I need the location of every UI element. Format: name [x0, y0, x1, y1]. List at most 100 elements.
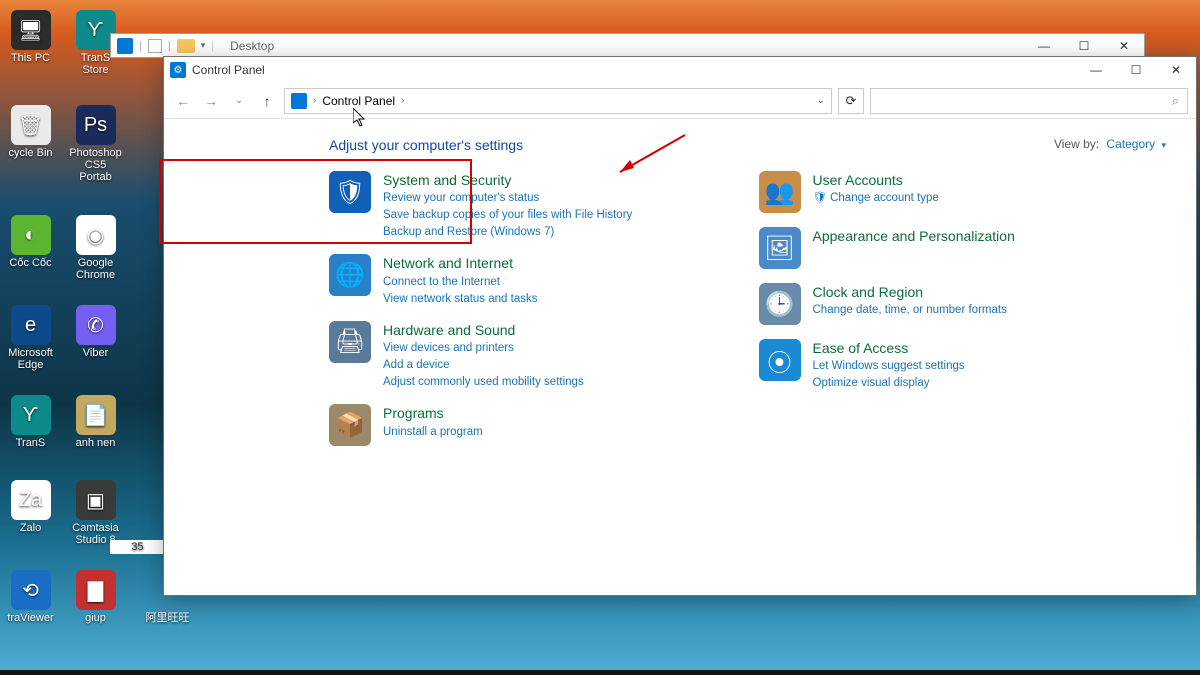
desktop-icon[interactable]: Ƴ TranS — [3, 395, 58, 449]
recent-dropdown[interactable]: ⌄ — [228, 90, 250, 112]
category-icon: ⦿ — [759, 339, 801, 381]
desktop-icon[interactable]: 🗑 cycle Bin — [3, 105, 58, 159]
desktop-icon[interactable]: ◉Google Chrome — [68, 215, 123, 281]
icon-label: anh nen — [68, 437, 123, 449]
icon-label: giup — [68, 612, 123, 624]
caret-down-icon[interactable]: ▾ — [1161, 140, 1166, 150]
icon-label: Microsoft Edge — [3, 347, 58, 371]
breadcrumb-dropdown-icon[interactable]: ⌄ — [817, 95, 825, 106]
maximize-button[interactable]: ☐ — [1116, 59, 1156, 82]
category-link[interactable]: Optimize visual display — [813, 375, 965, 391]
app-icon: 🗑 — [11, 105, 51, 145]
app-icon: ▇ — [76, 570, 116, 610]
app-icon: Ƴ — [11, 395, 51, 435]
desktop-icon[interactable]: 📄 anh nen — [68, 395, 123, 449]
category-link[interactable]: Review your computer's status — [383, 190, 632, 206]
category-title[interactable]: Appearance and Personalization — [813, 227, 1015, 245]
back-button[interactable]: ← — [172, 90, 194, 112]
icon-label: Google Chrome — [68, 257, 123, 281]
category-clock-and-region: 🕒 Clock and Region Change date, time, or… — [759, 283, 1169, 325]
maximize-button[interactable]: ☐ — [1064, 34, 1104, 57]
folder-icon — [177, 39, 195, 53]
category-link[interactable]: Save backup copies of your files with Fi… — [383, 207, 632, 223]
qat-dropdown-icon[interactable]: ▾ — [201, 40, 206, 51]
category-link[interactable]: View devices and printers — [383, 340, 584, 356]
qat-separator: | — [139, 40, 142, 52]
desktop-icon[interactable]: ▣Camtasia Studio 8 — [68, 480, 123, 546]
category-system-and-security: 🛡 System and Security Review your comput… — [329, 171, 739, 240]
control-panel-icon: ⚙ — [170, 62, 186, 78]
category-link[interactable]: 🛡Change account type — [813, 190, 939, 206]
category-hardware-and-sound: 🖨 Hardware and Sound View devices and pr… — [329, 321, 739, 390]
desktop-icon[interactable]: ✆Viber — [68, 305, 123, 359]
category-link[interactable]: Let Windows suggest settings — [813, 358, 965, 374]
category-title[interactable]: System and Security — [383, 171, 632, 189]
category-title[interactable]: User Accounts — [813, 171, 939, 189]
category-title[interactable]: Network and Internet — [383, 254, 537, 272]
icon-label: cycle Bin — [3, 147, 58, 159]
control-panel-window: ⚙ Control Panel — ☐ ✕ ← → ⌄ ↑ › Control … — [163, 56, 1197, 596]
close-button[interactable]: ✕ — [1156, 59, 1196, 82]
taskbar[interactable] — [0, 670, 1200, 675]
desktop-icon[interactable]: ZaZalo — [3, 480, 58, 534]
search-input[interactable]: ⌕ — [870, 88, 1188, 114]
category-link[interactable]: Backup and Restore (Windows 7) — [383, 224, 632, 240]
category-title[interactable]: Clock and Region — [813, 283, 1007, 301]
icon-label: traViewer — [3, 612, 58, 624]
close-button[interactable]: ✕ — [1104, 34, 1144, 57]
category-title[interactable]: Programs — [383, 404, 483, 422]
view-by-value[interactable]: Category — [1106, 137, 1155, 151]
category-link[interactable]: Add a device — [383, 357, 584, 373]
app-icon: ✆ — [76, 305, 116, 345]
app-icon: 🖥 — [11, 10, 51, 50]
app-icon: 📄 — [76, 395, 116, 435]
up-button[interactable]: ↑ — [256, 90, 278, 112]
icon-label: Photoshop CS5 Portab — [68, 147, 123, 183]
breadcrumb[interactable]: › Control Panel › ⌄ — [284, 88, 832, 114]
chevron-icon[interactable]: › — [313, 95, 316, 106]
minimize-button[interactable]: — — [1076, 59, 1116, 82]
app-icon: Ps — [76, 105, 116, 145]
desktop-icon[interactable]: 🖥This PC — [3, 10, 58, 64]
category-network-and-internet: 🌐 Network and Internet Connect to the In… — [329, 254, 739, 306]
category-link[interactable]: Adjust commonly used mobility settings — [383, 374, 584, 390]
app-icon: e — [11, 305, 51, 345]
category-link[interactable]: Change date, time, or number formats — [813, 302, 1007, 318]
icon-label: 阿里旺旺 — [140, 612, 195, 624]
category-title[interactable]: Hardware and Sound — [383, 321, 584, 339]
category-icon: 🌐 — [329, 254, 371, 296]
explorer-window-buttons: — ☐ ✕ — [1024, 34, 1144, 57]
refresh-button[interactable]: ⟳ — [838, 88, 864, 114]
qat-item-icon[interactable] — [148, 39, 162, 53]
app-icon: ▣ — [76, 480, 116, 520]
explorer-icon — [117, 38, 133, 54]
category-link[interactable]: Uninstall a program — [383, 424, 483, 440]
desktop-icon[interactable]: ◐Cốc Cốc — [3, 215, 58, 269]
desktop-icon[interactable]: ⟲traViewer — [3, 570, 58, 624]
search-icon: ⌕ — [1172, 93, 1179, 109]
minimize-button[interactable]: — — [1024, 34, 1064, 57]
category-appearance-and-personalization: 🖼 Appearance and Personalization — [759, 227, 1169, 269]
category-link[interactable]: View network status and tasks — [383, 291, 537, 307]
desktop-icon[interactable]: eMicrosoft Edge — [3, 305, 58, 371]
page-heading: Adjust your computer's settings — [329, 137, 1168, 153]
forward-button[interactable]: → — [200, 90, 222, 112]
icon-label: Cốc Cốc — [3, 257, 58, 269]
explorer-quick-access: | | ▾ | — [111, 38, 220, 54]
desktop-icon[interactable]: PsPhotoshop CS5 Portab — [68, 105, 123, 183]
breadcrumb-item[interactable]: Control Panel — [322, 94, 395, 108]
shield-icon: 🛡 — [813, 192, 828, 204]
explorer-window-titlebar: | | ▾ | Desktop — ☐ ✕ — [110, 33, 1145, 58]
category-icon: 📦 — [329, 404, 371, 446]
category-title[interactable]: Ease of Access — [813, 339, 965, 357]
category-ease-of-access: ⦿ Ease of Access Let Windows suggest set… — [759, 339, 1169, 391]
icon-label: TranS — [3, 437, 58, 449]
chevron-icon[interactable]: › — [401, 95, 404, 106]
category-link[interactable]: Connect to the Internet — [383, 274, 537, 290]
address-bar-row: ← → ⌄ ↑ › Control Panel › ⌄ ⟳ ⌕ — [164, 83, 1196, 119]
desktop-icon[interactable]: ▇ giup — [68, 570, 123, 624]
icon-label: Zalo — [3, 522, 58, 534]
category-icon: 🖼 — [759, 227, 801, 269]
view-by-selector[interactable]: View by: Category ▾ — [1054, 137, 1166, 151]
control-panel-titlebar[interactable]: ⚙ Control Panel — ☐ ✕ — [164, 57, 1196, 83]
